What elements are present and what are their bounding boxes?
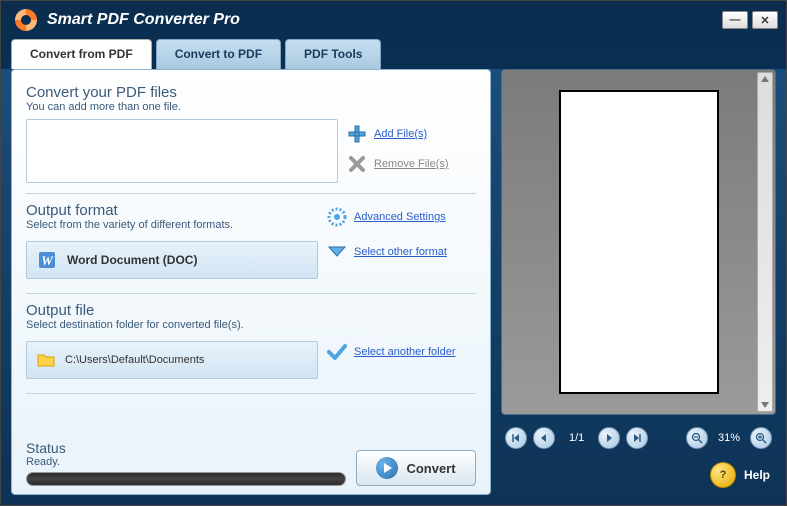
preview-controls: 1/1 31%	[501, 421, 776, 455]
tab-convert-to-pdf[interactable]: Convert to PDF	[156, 39, 281, 69]
checkmark-icon	[326, 341, 348, 363]
selected-format-box: W Word Document (DOC)	[26, 241, 318, 279]
zoom-level: 31%	[714, 432, 744, 444]
select-another-folder-link[interactable]: Select another folder	[354, 346, 456, 358]
left-panel: Convert your PDF files You can add more …	[11, 69, 491, 495]
selected-format-label: Word Document (DOC)	[67, 253, 197, 267]
advanced-settings-link[interactable]: Advanced Settings	[354, 211, 446, 223]
status-title: Status	[26, 440, 346, 456]
format-section-title: Output format	[26, 202, 318, 219]
status-text: Ready.	[26, 456, 346, 468]
remove-x-icon	[346, 153, 368, 175]
files-section-title: Convert your PDF files	[26, 84, 476, 101]
tab-pdf-tools[interactable]: PDF Tools	[285, 39, 381, 69]
preview-page	[559, 90, 719, 394]
preview-area	[501, 69, 776, 415]
page-counter: 1/1	[561, 432, 592, 444]
convert-button-label: Convert	[406, 461, 455, 476]
first-page-button[interactable]	[505, 427, 527, 449]
last-page-button[interactable]	[626, 427, 648, 449]
plus-icon	[346, 123, 368, 145]
tab-bar: Convert from PDF Convert to PDF PDF Tool…	[1, 39, 786, 69]
format-section-sub: Select from the variety of different for…	[26, 219, 318, 231]
prev-page-button[interactable]	[533, 427, 555, 449]
app-title: Smart PDF Converter Pro	[47, 11, 722, 29]
play-icon	[376, 457, 398, 479]
zoom-in-button[interactable]	[750, 427, 772, 449]
right-panel: 1/1 31% ? Help	[501, 69, 776, 495]
remove-files-link[interactable]: Remove File(s)	[374, 158, 449, 170]
chevron-down-icon	[326, 241, 348, 263]
content-area: Convert your PDF files You can add more …	[1, 69, 786, 505]
window-controls: — ✕	[722, 11, 778, 29]
add-files-link[interactable]: Add File(s)	[374, 128, 427, 140]
folder-icon	[37, 352, 55, 368]
progress-bar	[26, 472, 346, 486]
zoom-out-button[interactable]	[686, 427, 708, 449]
svg-text:W: W	[41, 253, 54, 268]
help-area: ? Help	[501, 455, 776, 495]
file-list[interactable]	[26, 119, 338, 183]
help-label: Help	[744, 468, 770, 482]
next-page-button[interactable]	[598, 427, 620, 449]
gear-icon	[326, 206, 348, 228]
app-logo-icon	[13, 7, 39, 33]
output-folder-path: C:\Users\Default\Documents	[65, 354, 204, 366]
close-button[interactable]: ✕	[752, 11, 778, 29]
output-section-sub: Select destination folder for converted …	[26, 319, 476, 331]
convert-button[interactable]: Convert	[356, 450, 476, 486]
output-folder-box: C:\Users\Default\Documents	[26, 341, 318, 379]
app-window: Smart PDF Converter Pro — ✕ Convert from…	[0, 0, 787, 506]
tab-convert-from-pdf[interactable]: Convert from PDF	[11, 39, 152, 69]
word-doc-icon: W	[37, 250, 57, 270]
minimize-button[interactable]: —	[722, 11, 748, 29]
title-bar: Smart PDF Converter Pro — ✕	[1, 1, 786, 39]
output-section-title: Output file	[26, 302, 476, 319]
files-section-sub: You can add more than one file.	[26, 101, 476, 113]
select-other-format-link[interactable]: Select other format	[354, 246, 447, 258]
help-button[interactable]: ?	[710, 462, 736, 488]
vertical-scrollbar[interactable]	[757, 72, 773, 412]
